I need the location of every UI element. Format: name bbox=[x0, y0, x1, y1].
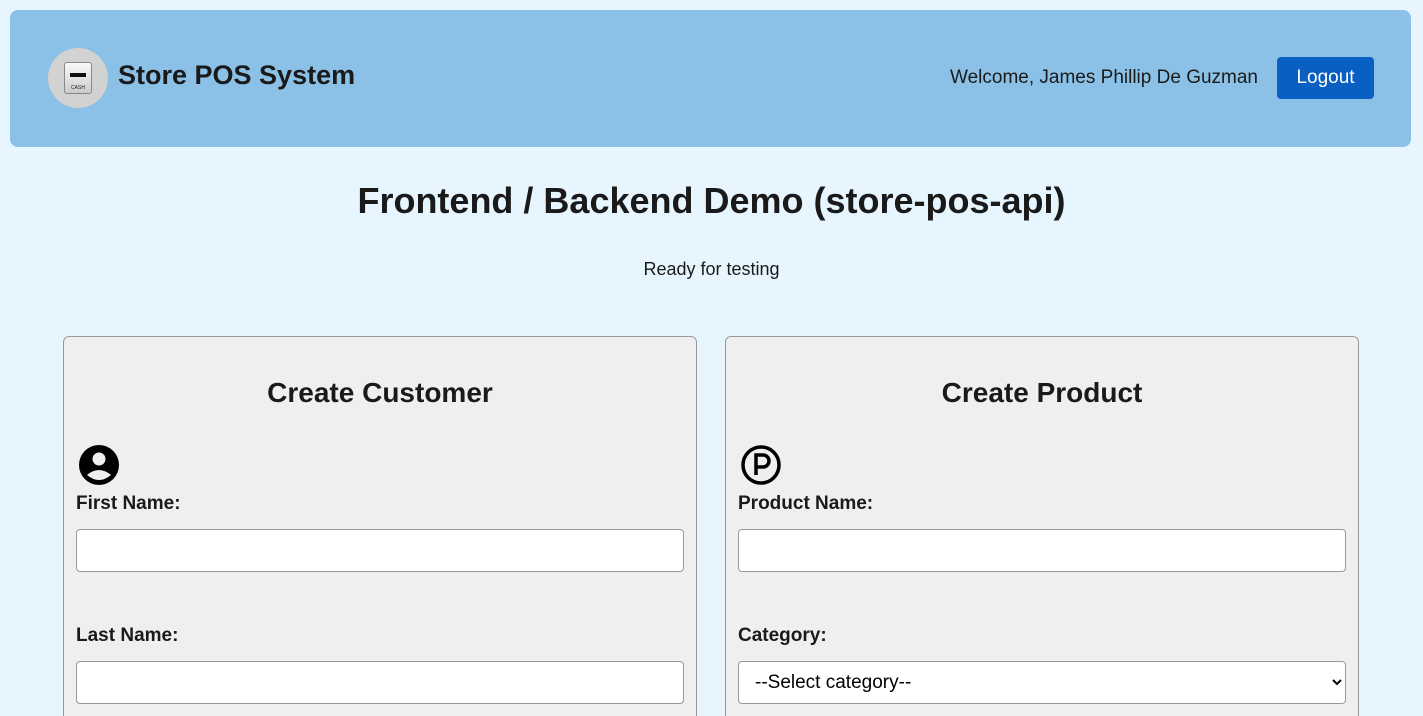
top-header: CASH Store POS System Welcome, James Phi… bbox=[10, 10, 1411, 147]
card-title: Create Product bbox=[941, 377, 1143, 408]
logo-text: CASH bbox=[71, 85, 85, 91]
product-p-icon bbox=[741, 445, 781, 485]
welcome-text: Welcome, James Phillip De Guzman bbox=[950, 67, 1258, 88]
first-name-input[interactable] bbox=[76, 529, 684, 572]
account-circle-icon bbox=[79, 445, 119, 485]
last-name-input[interactable] bbox=[76, 661, 684, 704]
category-label: Category: bbox=[738, 625, 827, 646]
status-text: Ready for testing bbox=[643, 259, 780, 279]
create-product-card: Create Product Product Name: Category: -… bbox=[725, 336, 1359, 716]
card-title: Create Customer bbox=[267, 377, 493, 408]
logout-button[interactable]: Logout bbox=[1277, 57, 1374, 99]
last-name-label: Last Name: bbox=[76, 625, 179, 646]
product-name-input[interactable] bbox=[738, 529, 1346, 572]
create-customer-card: Create Customer First Name: Last Name: bbox=[63, 336, 697, 716]
cash-register-logo: CASH bbox=[48, 48, 108, 108]
product-name-label: Product Name: bbox=[738, 493, 874, 514]
page-title: Frontend / Backend Demo (store-pos-api) bbox=[357, 180, 1066, 221]
first-name-label: First Name: bbox=[76, 493, 181, 514]
app-title: Store POS System bbox=[118, 60, 356, 90]
category-select[interactable]: --Select category-- bbox=[738, 661, 1346, 704]
